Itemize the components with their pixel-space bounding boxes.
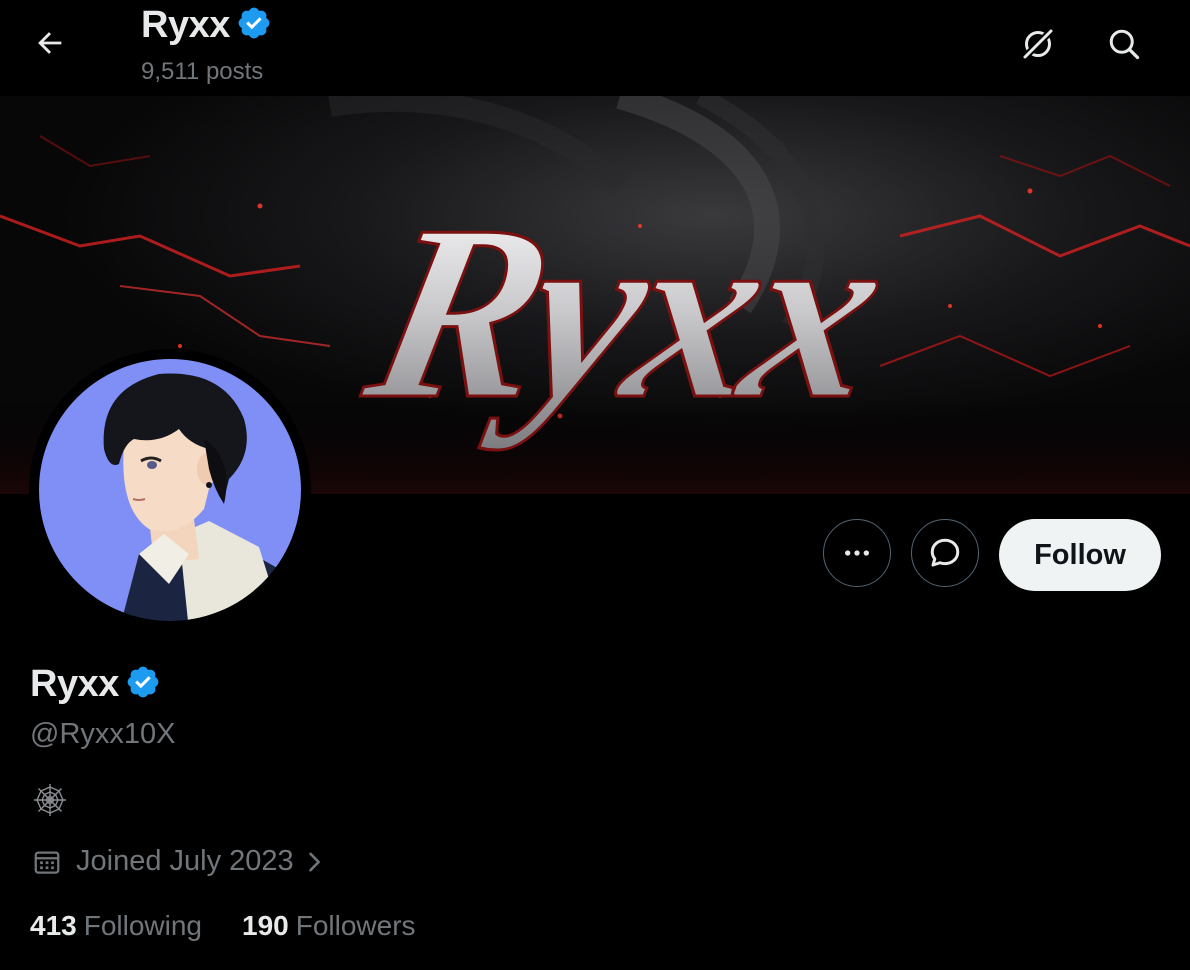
followers-label: Followers [295,910,416,941]
header-title: Ryxx [141,4,272,47]
search-icon [1109,29,1140,60]
back-button[interactable] [22,22,78,64]
followers-count: 190 [242,910,289,941]
profile-name: Ryxx [30,663,119,705]
calendar-icon [34,851,60,874]
more-horizontal-icon [845,550,869,556]
following-label: Following [83,910,202,941]
following-count: 413 [30,910,77,941]
grok-icon [1021,27,1055,61]
followers-link[interactable]: 190 Followers [242,910,416,942]
verified-badge-icon [236,5,272,46]
search-button[interactable] [1098,18,1150,70]
profile-avatar[interactable] [29,349,311,631]
following-link[interactable]: 413 Following [30,910,202,942]
arrow-left-icon [38,32,62,54]
follow-button[interactable]: Follow [999,519,1161,591]
avatar-image [33,353,307,627]
header-name: Ryxx [141,4,230,46]
verified-badge-icon[interactable] [125,664,161,705]
chevron-right-icon [308,852,320,871]
spider-web-icon [32,782,68,818]
profile-handle: @Ryxx10X [30,718,176,750]
banner-title: Ryxx [348,173,902,450]
more-options-button[interactable] [823,519,891,587]
grok-button[interactable] [1012,18,1064,70]
profile-page: Ryxx 9,511 posts Ryxx Follow Ryxx @Ryxx1… [0,0,1190,970]
profile-name-row: Ryxx [30,663,161,706]
posts-count: 9,511 posts [141,58,264,85]
joined-date-row[interactable]: Joined July 2023 [32,845,328,878]
message-button[interactable] [911,519,979,587]
message-bubble-icon [930,538,960,567]
joined-date: Joined July 2023 [76,845,294,877]
top-header: Ryxx 9,511 posts [0,0,1190,96]
follow-stats: 413 Following 190 Followers [30,910,416,942]
